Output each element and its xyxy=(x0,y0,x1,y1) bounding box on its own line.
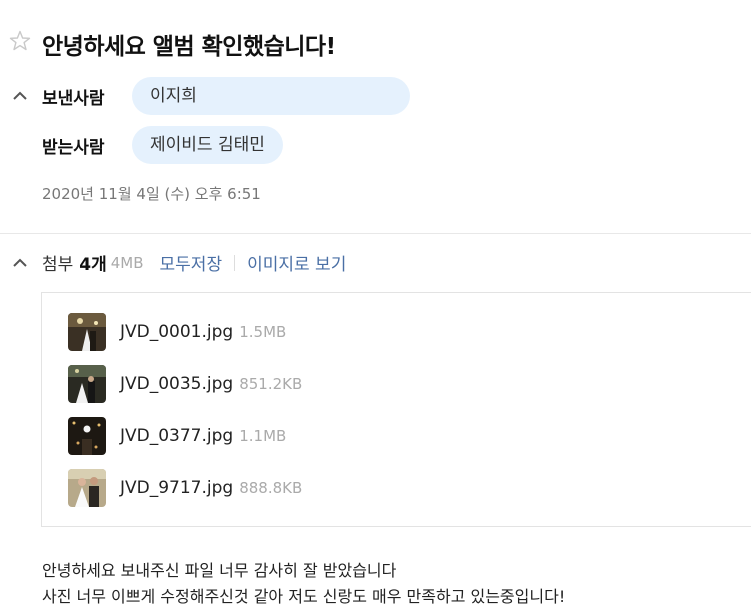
attachments-header: 첨부 4개 4MB 모두저장 이미지로 보기 xyxy=(42,250,346,276)
view-images-link[interactable]: 이미지로 보기 xyxy=(247,250,346,275)
photo-thumbnail-icon xyxy=(68,313,106,351)
attachment-item[interactable]: JVD_0035.jpg 851.2KB xyxy=(68,365,302,403)
attachment-item[interactable]: JVD_9717.jpg 888.8KB xyxy=(68,469,302,507)
save-all-link[interactable]: 모두저장 xyxy=(160,250,223,275)
photo-thumbnail-icon xyxy=(68,417,106,455)
attachments-count: 4개 xyxy=(79,255,107,275)
sender-chip[interactable]: 이지희 xyxy=(132,77,410,115)
attachment-name: JVD_0001.jpg xyxy=(120,322,234,342)
body-line: 사진 너무 이쁘게 수정해주신것 같아 저도 신랑도 매우 만족하고 있는중입니… xyxy=(42,587,566,606)
body-line: 안녕하세요 보내주신 파일 너무 감사히 잘 받았습니다 xyxy=(42,561,397,580)
mail-subject: 안녕하세요 앨범 확인했습니다! xyxy=(42,34,336,60)
photo-thumbnail-icon xyxy=(68,365,106,403)
sender-label: 보낸사람 xyxy=(42,89,105,109)
photo-thumbnail-icon xyxy=(68,469,106,507)
attachment-name: JVD_9717.jpg xyxy=(120,478,234,498)
star-icon[interactable] xyxy=(8,29,32,53)
attachment-size: 1.1MB xyxy=(239,427,287,445)
collapse-recipients-icon[interactable] xyxy=(12,90,28,102)
mail-date: 2020년 11월 4일 (수) 오후 6:51 xyxy=(42,185,261,203)
attachment-size: 851.2KB xyxy=(239,375,303,393)
separator xyxy=(234,254,236,271)
attachment-item[interactable]: JVD_0377.jpg 1.1MB xyxy=(68,417,286,455)
attachment-size: 1.5MB xyxy=(239,323,287,341)
mail-body: 안녕하세요 보내주신 파일 너무 감사히 잘 받았습니다 사진 너무 이쁘게 수… xyxy=(42,558,565,610)
attachment-name: JVD_0035.jpg xyxy=(120,374,234,394)
divider xyxy=(0,233,751,234)
attachment-name: JVD_0377.jpg xyxy=(120,426,234,446)
attachments-total-size: 4MB xyxy=(110,253,144,272)
collapse-attachments-icon[interactable] xyxy=(12,257,28,269)
attachment-size: 888.8KB xyxy=(239,479,303,497)
attachment-item[interactable]: JVD_0001.jpg 1.5MB xyxy=(68,313,286,351)
recipient-chip[interactable]: 제이비드 김태민 xyxy=(132,126,283,164)
recipient-label: 받는사람 xyxy=(42,138,105,158)
attachments-label: 첨부 xyxy=(42,255,74,275)
